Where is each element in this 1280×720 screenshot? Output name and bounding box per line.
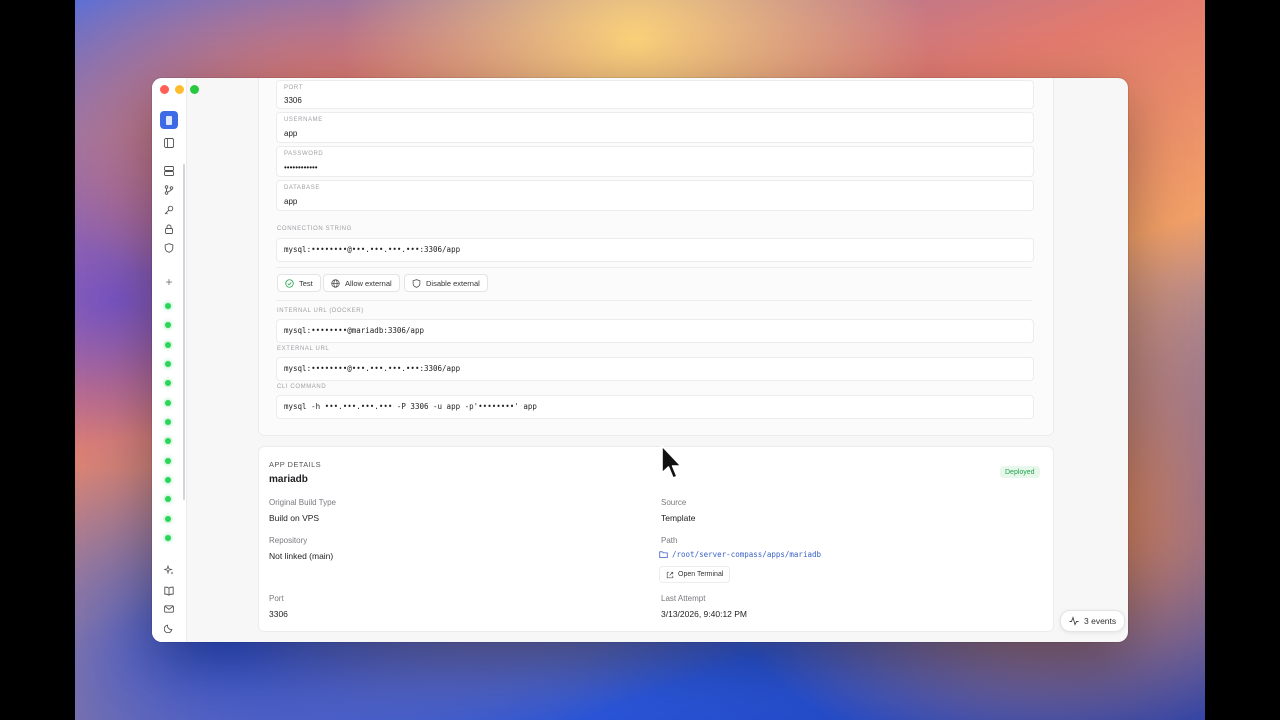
field-value: 3306 xyxy=(284,96,302,105)
build-type-label: Original Build Type xyxy=(269,498,336,507)
build-type-value: Build on VPS xyxy=(269,513,320,523)
sidebar-toggle-icon[interactable] xyxy=(160,134,178,152)
events-label: 3 events xyxy=(1084,616,1117,626)
field-label: USERNAME xyxy=(284,117,323,123)
server-status-dot[interactable] xyxy=(165,361,171,367)
source-value: Template xyxy=(661,513,696,523)
port-value: 3306 xyxy=(269,609,288,619)
server-status-dot[interactable] xyxy=(165,419,171,425)
cli-command-label: CLI COMMAND xyxy=(277,384,327,390)
server-status-dot[interactable] xyxy=(165,303,171,309)
mail-icon[interactable] xyxy=(160,600,178,618)
test-button[interactable]: Test xyxy=(277,274,321,292)
add-server-icon[interactable]: + xyxy=(160,273,178,291)
server-status-dot[interactable] xyxy=(165,516,171,522)
app-window: + PORT 3306 USERNAME app PASSWORD ••••••… xyxy=(152,78,1128,642)
external-url-field[interactable]: mysql:••••••••@•••.•••.•••.•••:3306/app xyxy=(276,357,1034,381)
connection-string-label: CONNECTION STRING xyxy=(277,226,352,232)
lock-icon[interactable] xyxy=(160,220,178,238)
main-content: PORT 3306 USERNAME app PASSWORD ••••••••… xyxy=(186,78,1128,642)
window-controls xyxy=(160,85,199,94)
open-terminal-button[interactable]: Open Terminal xyxy=(659,566,731,583)
server-status-dot[interactable] xyxy=(165,535,171,541)
git-branch-icon[interactable] xyxy=(160,181,178,199)
server-status-dot[interactable] xyxy=(165,477,171,483)
sidebar-scrollbar[interactable] xyxy=(183,164,185,500)
field-value: app xyxy=(284,129,298,138)
field-label: PASSWORD xyxy=(284,151,324,157)
zoom-window-button[interactable] xyxy=(190,85,199,94)
disable-external-button[interactable]: Disable external xyxy=(404,274,488,292)
allow-external-button[interactable]: Allow external xyxy=(323,274,400,292)
allow-external-label: Allow external xyxy=(345,278,392,288)
external-url-label: EXTERNAL URL xyxy=(277,346,330,352)
sparkles-icon[interactable] xyxy=(160,561,178,579)
server-status-dot[interactable] xyxy=(165,438,171,444)
source-label: Source xyxy=(661,498,687,507)
key-icon[interactable] xyxy=(160,201,178,219)
app-logo-icon[interactable] xyxy=(160,111,178,129)
open-terminal-label: Open Terminal xyxy=(678,571,724,578)
servers-icon[interactable] xyxy=(160,162,178,180)
globe-icon xyxy=(331,278,340,288)
field-value: •••••••••••• xyxy=(284,163,318,172)
sidebar: + xyxy=(152,78,187,642)
server-status-dot[interactable] xyxy=(165,458,171,464)
port-label: Port xyxy=(269,594,284,603)
folder-icon xyxy=(659,551,668,559)
divider xyxy=(276,267,1032,268)
server-status-dot[interactable] xyxy=(165,496,171,502)
connection-string-field[interactable]: mysql:••••••••@•••.•••.•••.•••:3306/app xyxy=(276,238,1034,262)
internal-url-field[interactable]: mysql:••••••••@mariadb:3306/app xyxy=(276,319,1034,343)
path-label: Path xyxy=(661,536,678,545)
minimize-window-button[interactable] xyxy=(175,85,184,94)
shield-icon[interactable] xyxy=(160,239,178,257)
server-status-dot[interactable] xyxy=(165,342,171,348)
field-value: app xyxy=(284,197,298,206)
database-field[interactable]: DATABASE app xyxy=(276,180,1034,211)
test-button-label: Test xyxy=(299,278,313,288)
disable-external-label: Disable external xyxy=(426,278,480,288)
check-circle-icon xyxy=(285,278,294,288)
password-field[interactable]: PASSWORD •••••••••••• xyxy=(276,146,1034,177)
repository-label: Repository xyxy=(269,536,308,545)
external-link-icon xyxy=(666,571,674,578)
cli-command-field[interactable]: mysql -h •••.•••.•••.••• -P 3306 -u app … xyxy=(276,395,1034,419)
app-details-card: APP DETAILS mariadb Deployed Original Bu… xyxy=(258,446,1054,632)
internal-url-value: mysql:••••••••@mariadb:3306/app xyxy=(284,326,424,335)
last-attempt-value: 3/13/2026, 9:40:12 PM xyxy=(661,609,748,619)
close-window-button[interactable] xyxy=(160,85,169,94)
server-status-dot[interactable] xyxy=(165,322,171,328)
repository-value: Not linked (main) xyxy=(269,551,334,561)
connection-string-value: mysql:••••••••@•••.•••.•••.•••:3306/app xyxy=(284,245,461,254)
status-badge: Deployed xyxy=(1000,466,1040,478)
cli-command-value: mysql -h •••.•••.•••.••• -P 3306 -u app … xyxy=(284,402,537,411)
divider xyxy=(276,300,1032,301)
last-attempt-label: Last Attempt xyxy=(661,594,706,603)
app-details-heading: APP DETAILS xyxy=(269,460,322,469)
activity-icon xyxy=(1069,616,1079,626)
path-value: /root/server-compass/apps/mariadb xyxy=(672,550,822,559)
username-field[interactable]: USERNAME app xyxy=(276,112,1034,143)
server-status-dot[interactable] xyxy=(165,400,171,406)
path-link[interactable]: /root/server-compass/apps/mariadb xyxy=(659,550,821,559)
shield-icon xyxy=(412,278,421,288)
server-status-dot[interactable] xyxy=(165,380,171,386)
book-icon[interactable] xyxy=(160,582,178,600)
internal-url-label: INTERNAL URL (DOCKER) xyxy=(277,308,364,314)
mouse-cursor-icon xyxy=(661,445,682,479)
field-label: DATABASE xyxy=(284,185,320,191)
moon-icon[interactable] xyxy=(160,619,178,637)
port-field[interactable]: PORT 3306 xyxy=(276,80,1034,109)
field-label: PORT xyxy=(284,85,303,91)
app-name: mariadb xyxy=(269,474,308,485)
events-button[interactable]: 3 events xyxy=(1060,610,1126,632)
external-url-value: mysql:••••••••@•••.•••.•••.•••:3306/app xyxy=(284,364,461,373)
